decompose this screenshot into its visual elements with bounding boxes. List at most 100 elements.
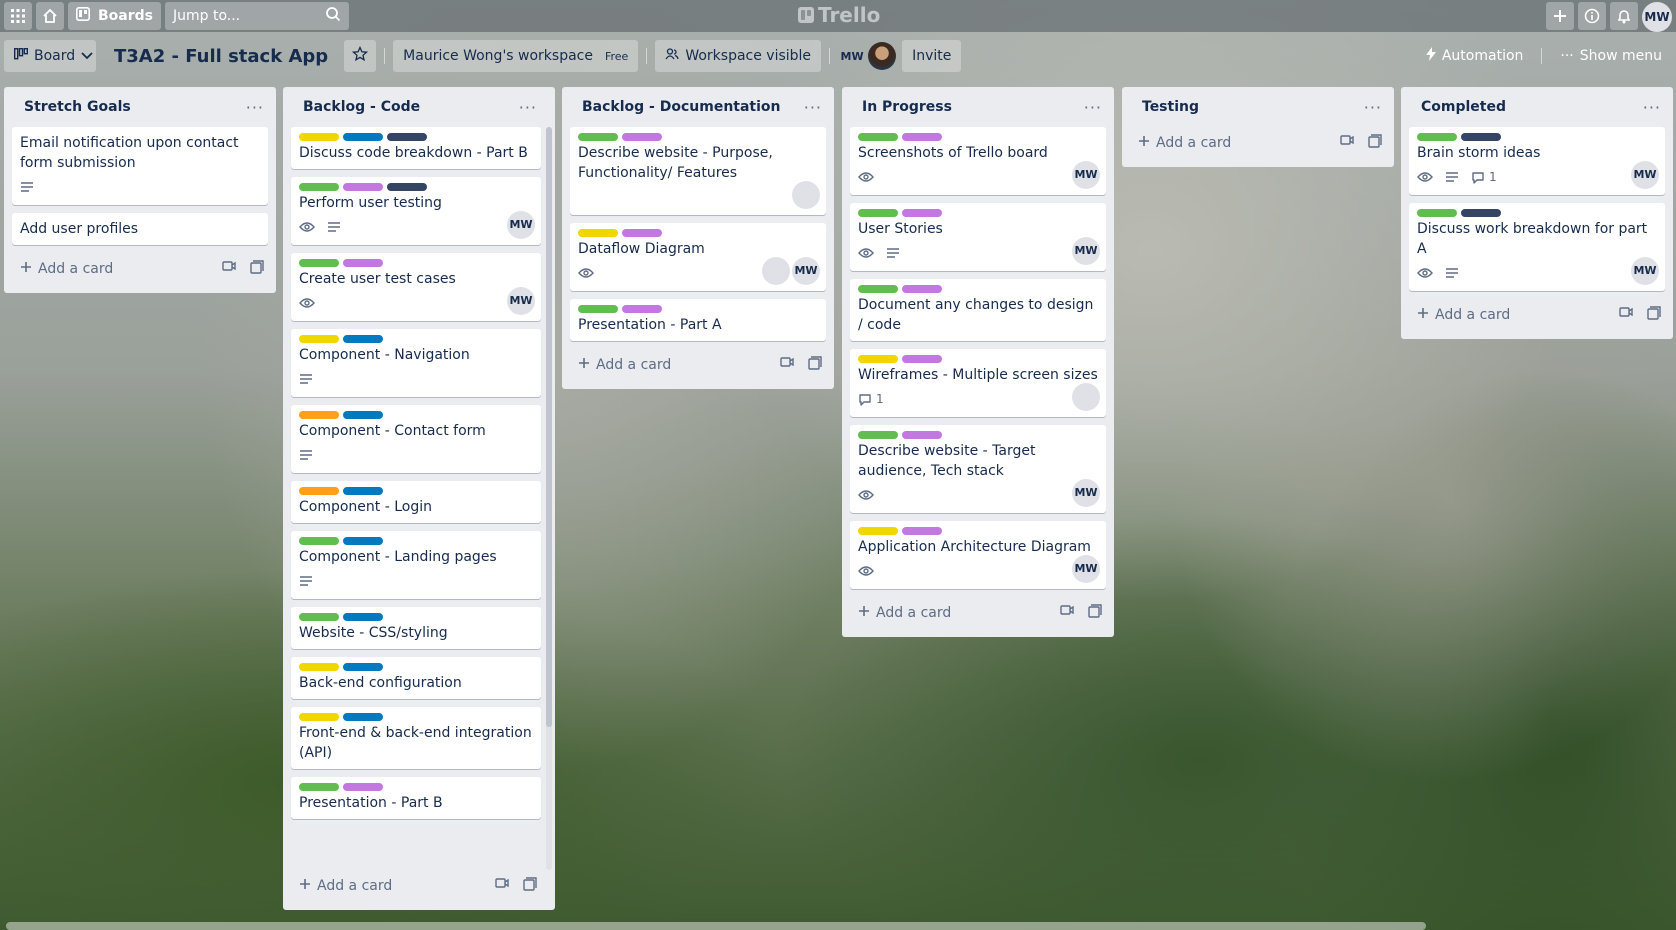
member-avatar-mw[interactable]: MW: [792, 257, 820, 285]
label-purple[interactable]: [622, 305, 662, 313]
card[interactable]: Add user profiles: [12, 213, 268, 245]
video-template-icon[interactable]: [1619, 306, 1633, 324]
view-switcher-button[interactable]: Board: [4, 40, 96, 72]
list-scrollbar[interactable]: [546, 127, 552, 870]
star-button[interactable]: [344, 40, 377, 72]
card[interactable]: Discuss work breakdown for part A MW: [1409, 203, 1665, 291]
automation-button[interactable]: Automation: [1416, 40, 1534, 72]
bell-icon[interactable]: [1610, 2, 1638, 30]
card[interactable]: Website - CSS/styling: [291, 607, 541, 649]
label-purple[interactable]: [902, 133, 942, 141]
list-menu-icon[interactable]: ···: [1643, 98, 1661, 117]
label-green[interactable]: [858, 209, 898, 217]
label-yellow[interactable]: [299, 133, 339, 141]
label-navy[interactable]: [387, 133, 427, 141]
member-avatar-mw[interactable]: MW: [507, 287, 535, 315]
workspace-button[interactable]: Maurice Wong's workspace Free: [393, 40, 639, 72]
add-card-button[interactable]: Add a card: [1138, 135, 1231, 151]
apps-grid-icon[interactable]: [4, 2, 32, 30]
list-title[interactable]: Stretch Goals: [24, 99, 131, 115]
list-title[interactable]: In Progress: [862, 99, 952, 115]
create-plus-icon[interactable]: [1546, 2, 1574, 30]
card[interactable]: Back-end configuration: [291, 657, 541, 699]
card[interactable]: Presentation - Part A: [570, 299, 826, 341]
list-menu-icon[interactable]: ···: [1364, 98, 1382, 117]
card[interactable]: Document any changes to design / code: [850, 279, 1106, 341]
label-green[interactable]: [299, 183, 339, 191]
card[interactable]: Brain storm ideas 1 MW: [1409, 127, 1665, 195]
member-avatar-mw[interactable]: MW: [1072, 237, 1100, 265]
label-blue[interactable]: [343, 713, 383, 721]
list-menu-icon[interactable]: ···: [1084, 98, 1102, 117]
add-card-button[interactable]: Add a card: [578, 357, 671, 373]
member-avatar-mw[interactable]: MW: [1072, 555, 1100, 583]
card[interactable]: Dataflow Diagram MW: [570, 223, 826, 291]
label-green[interactable]: [299, 537, 339, 545]
label-purple[interactable]: [902, 355, 942, 363]
user-avatar[interactable]: MW: [1642, 2, 1672, 32]
member-avatar-photo[interactable]: [762, 257, 790, 285]
label-orange[interactable]: [299, 487, 339, 495]
card[interactable]: Wireframes - Multiple screen sizes 1: [850, 349, 1106, 417]
list-title[interactable]: Backlog - Documentation: [582, 99, 781, 115]
trello-logo[interactable]: Trello: [798, 3, 880, 27]
list-header[interactable]: Backlog - Documentation ···: [570, 87, 826, 127]
label-yellow[interactable]: [858, 355, 898, 363]
label-blue[interactable]: [343, 335, 383, 343]
card[interactable]: Describe website - Purpose, Functionalit…: [570, 127, 826, 215]
label-blue[interactable]: [343, 663, 383, 671]
list-scrollbar-thumb[interactable]: [546, 127, 552, 727]
card[interactable]: Component - Landing pages: [291, 531, 541, 599]
list-header[interactable]: In Progress ···: [850, 87, 1106, 127]
add-card-button[interactable]: Add a card: [299, 878, 392, 894]
card[interactable]: Component - Login: [291, 481, 541, 523]
visibility-button[interactable]: Workspace visible: [655, 40, 822, 72]
member-avatar-mw[interactable]: MW: [1631, 257, 1659, 285]
card[interactable]: User Stories MW: [850, 203, 1106, 271]
member-avatar-photo[interactable]: [1072, 383, 1100, 411]
label-purple[interactable]: [902, 431, 942, 439]
label-blue[interactable]: [343, 411, 383, 419]
label-navy[interactable]: [1461, 133, 1501, 141]
card[interactable]: Create user test cases MW: [291, 253, 541, 321]
card[interactable]: Application Architecture Diagram MW: [850, 521, 1106, 589]
label-green[interactable]: [299, 613, 339, 621]
create-from-template-icon[interactable]: [1647, 306, 1661, 324]
label-green[interactable]: [1417, 209, 1457, 217]
add-card-button[interactable]: Add a card: [1417, 307, 1510, 323]
card[interactable]: Component - Contact form: [291, 405, 541, 473]
card[interactable]: Perform user testing MW: [291, 177, 541, 245]
label-purple[interactable]: [343, 259, 383, 267]
show-menu-button[interactable]: ··· Show menu: [1550, 40, 1672, 72]
video-template-icon[interactable]: [1340, 134, 1354, 152]
label-purple[interactable]: [343, 783, 383, 791]
label-green[interactable]: [1417, 133, 1457, 141]
label-yellow[interactable]: [299, 663, 339, 671]
label-purple[interactable]: [343, 183, 383, 191]
card[interactable]: Presentation - Part B: [291, 777, 541, 819]
list-header[interactable]: Backlog - Code ···: [291, 87, 541, 127]
label-green[interactable]: [858, 431, 898, 439]
invite-button[interactable]: Invite: [902, 40, 962, 72]
create-from-template-icon[interactable]: [523, 877, 537, 895]
label-blue[interactable]: [343, 133, 383, 141]
label-green[interactable]: [578, 305, 618, 313]
label-purple[interactable]: [622, 133, 662, 141]
card[interactable]: Discuss code breakdown - Part B: [291, 127, 541, 169]
list-menu-icon[interactable]: ···: [246, 98, 264, 117]
add-card-button[interactable]: Add a card: [20, 261, 113, 277]
horizontal-scrollbar[interactable]: [6, 922, 1426, 930]
list-header[interactable]: Completed ···: [1409, 87, 1665, 127]
member-avatar-mw[interactable]: MW: [1072, 479, 1100, 507]
card[interactable]: Screenshots of Trello board MW: [850, 127, 1106, 195]
label-green[interactable]: [299, 259, 339, 267]
card[interactable]: Front-end & back-end integration (API): [291, 707, 541, 769]
list-header[interactable]: Testing ···: [1130, 87, 1386, 127]
label-yellow[interactable]: [578, 229, 618, 237]
label-blue[interactable]: [343, 613, 383, 621]
label-blue[interactable]: [343, 537, 383, 545]
video-template-icon[interactable]: [780, 356, 794, 374]
label-navy[interactable]: [387, 183, 427, 191]
label-purple[interactable]: [902, 527, 942, 535]
card[interactable]: Email notification upon contact form sub…: [12, 127, 268, 205]
